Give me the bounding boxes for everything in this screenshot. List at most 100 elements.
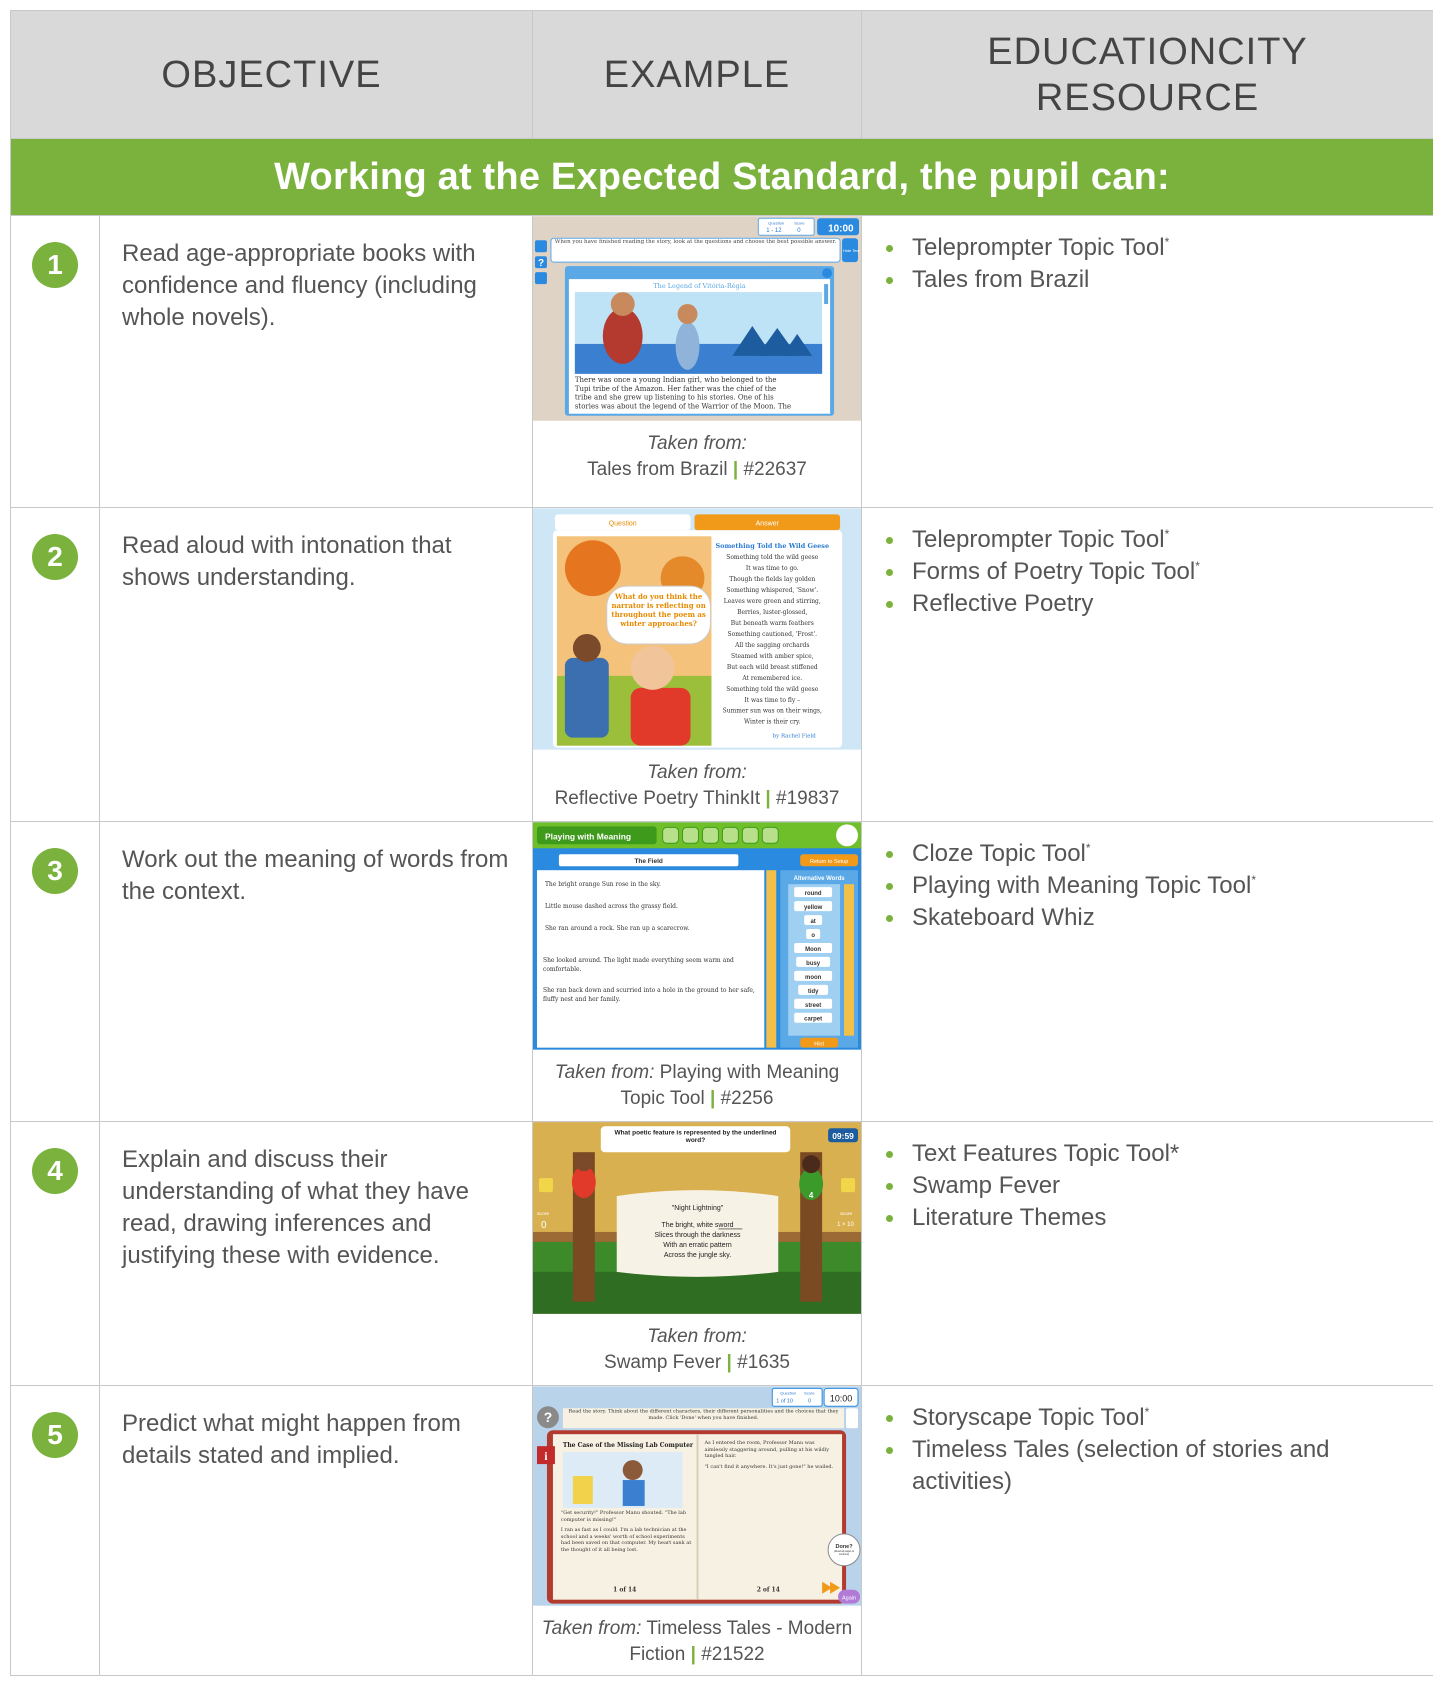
timer[interactable]: 10:00 bbox=[828, 223, 854, 234]
cloze-sentence: She ran around a rock. She ran up a scar… bbox=[545, 925, 690, 932]
resource-list: Teleprompter Topic Tool* Tales from Braz… bbox=[882, 232, 1423, 296]
taken-from-label: Taken from: bbox=[554, 1062, 655, 1083]
avatar bbox=[836, 824, 859, 847]
taken-from-label: Taken from: bbox=[647, 1326, 747, 1347]
toolbar-button-icon[interactable] bbox=[701, 826, 719, 844]
right-score-label: score bbox=[840, 1211, 852, 1217]
example-caption: Taken from: Reflective Poetry ThinkIt | #… bbox=[554, 762, 840, 809]
header-resource-line1: EDUCATIONCITY bbox=[987, 30, 1308, 73]
game-poem-line: The bright, white sword bbox=[661, 1222, 733, 1229]
word-tile[interactable]: street bbox=[805, 1003, 821, 1009]
word-tile[interactable]: moon bbox=[805, 975, 822, 981]
question-value: 1 of 10 bbox=[776, 1398, 793, 1404]
resource-cell: Teleprompter Topic Tool* Tales from Braz… bbox=[861, 215, 1433, 508]
right-score: 1 × 10 bbox=[837, 1222, 854, 1228]
example-cell: Question 1 of 10 Score 0 10:00 ? Read th… bbox=[532, 1385, 862, 1676]
example-screenshot: Question 1 - 12 Score 0 10:00 ? When you… bbox=[533, 216, 861, 421]
caption-id: #19837 bbox=[776, 788, 840, 809]
cloze-sentence: She ran back down and scurried into a ho… bbox=[542, 986, 755, 1003]
score-value: 0 bbox=[808, 1398, 811, 1404]
header-example: EXAMPLE bbox=[532, 10, 862, 139]
question-label: Question bbox=[780, 1390, 796, 1395]
game-poem-line: Across the jungle sky. bbox=[664, 1252, 731, 1259]
word-tile[interactable]: tidy bbox=[808, 989, 819, 995]
table-row: 4 Explain and discuss their understandin… bbox=[10, 1121, 1433, 1386]
header-resource: EDUCATIONCITY RESOURCE bbox=[861, 10, 1433, 139]
resource-item: Swamp Fever bbox=[882, 1170, 1423, 1202]
hide-text-button[interactable] bbox=[846, 1408, 859, 1429]
row-number-badge: 4 bbox=[32, 1148, 78, 1194]
header-objective: OBJECTIVE bbox=[10, 10, 533, 139]
resource-item: Teleprompter Topic Tool* bbox=[882, 232, 1423, 264]
word-tile[interactable]: Moon bbox=[805, 947, 821, 953]
toolbar-button-icon[interactable] bbox=[682, 826, 699, 844]
audio-icon[interactable] bbox=[534, 240, 547, 253]
standards-table: OBJECTIVE EXAMPLE EDUCATIONCITY RESOURCE … bbox=[10, 10, 1433, 1676]
tab-answer[interactable]: Answer bbox=[756, 520, 780, 527]
resource-item: Literature Themes bbox=[882, 1202, 1423, 1234]
word-tile[interactable]: carpet bbox=[804, 1017, 822, 1023]
poem-line: Something cautioned, 'Frost'. bbox=[728, 631, 818, 638]
objective-text: Work out the meaning of words from the c… bbox=[99, 821, 533, 1122]
poem-line: Something whispered, 'Snow'. bbox=[726, 587, 818, 594]
resource-item: Timeless Tales (selection of stories and… bbox=[882, 1434, 1423, 1498]
resource-item: Teleprompter Topic Tool* bbox=[882, 524, 1423, 556]
example-screenshot: Playing with Meaning The Field Return to… bbox=[533, 822, 861, 1050]
cloze-sentence: Little mouse dashed across the grassy fi… bbox=[545, 903, 678, 910]
instruction-text: Read the story. Think about the differen… bbox=[568, 1408, 839, 1421]
toolbar-button-icon[interactable] bbox=[761, 826, 779, 844]
table-row: 5 Predict what might happen from details… bbox=[10, 1385, 1433, 1676]
toolbar-button-icon[interactable] bbox=[741, 826, 759, 844]
word-tile[interactable]: o bbox=[811, 933, 815, 939]
poem-line: Leaves were green and stirring, bbox=[724, 598, 821, 605]
story-line: stories was about the legend of the Warr… bbox=[575, 403, 791, 411]
taken-from-label: Taken from: bbox=[541, 1618, 642, 1639]
resource-cell: Cloze Topic Tool* Playing with Meaning T… bbox=[861, 821, 1433, 1122]
objective-text: Explain and discuss their understanding … bbox=[99, 1121, 533, 1386]
caption-id: #2256 bbox=[720, 1088, 774, 1109]
poem-line: Summer sun was on their wings, bbox=[723, 708, 822, 715]
hint-label: Hint bbox=[814, 1042, 824, 1048]
resource-cell: Storyscape Topic Tool* Timeless Tales (s… bbox=[861, 1385, 1433, 1676]
resource-item: Playing with Meaning Topic Tool* bbox=[882, 870, 1423, 902]
header-resource-line2: RESOURCE bbox=[1035, 76, 1260, 119]
row-number-badge: 5 bbox=[32, 1412, 78, 1458]
toolbar-button-icon[interactable] bbox=[662, 826, 680, 844]
word-tile[interactable]: round bbox=[805, 891, 822, 897]
row-number-badge: 2 bbox=[32, 534, 78, 580]
timer: 09:59 bbox=[832, 1131, 854, 1141]
example-cell: Question Answer What do you think the na… bbox=[532, 507, 862, 822]
word-tile[interactable]: busy bbox=[806, 961, 821, 967]
word-tile[interactable]: yellow bbox=[804, 905, 823, 911]
book-paragraph: As I entered the room, Professor Manu wa… bbox=[704, 1440, 830, 1460]
asterisk: * bbox=[1164, 235, 1170, 249]
toolbar-button-icon[interactable] bbox=[721, 826, 739, 844]
return-to-setup-label: Return to Setup bbox=[810, 859, 848, 865]
app-title: Playing with Meaning bbox=[545, 831, 631, 841]
cloze-sentence: She looked around. The light made everyt… bbox=[542, 956, 734, 973]
taken-from-label: Taken from: bbox=[647, 762, 747, 783]
poem-line: Something told the wild geese bbox=[726, 554, 818, 561]
resource-cell: Teleprompter Topic Tool* Forms of Poetry… bbox=[861, 507, 1433, 822]
example-cell: Playing with Meaning The Field Return to… bbox=[532, 821, 862, 1122]
standard-band: Working at the Expected Standard, the pu… bbox=[10, 138, 1433, 216]
objective-text: Read aloud with intonation that shows un… bbox=[99, 507, 533, 822]
svg-text:?: ? bbox=[538, 258, 544, 269]
close-icon[interactable] bbox=[822, 268, 833, 279]
question-label: Question bbox=[768, 220, 784, 225]
objective-text: Read age-appropriate books with confiden… bbox=[99, 215, 533, 508]
poem-line: All the sagging orchards bbox=[734, 642, 809, 649]
caption-id: #22637 bbox=[743, 459, 807, 480]
row-number-badge: 3 bbox=[32, 848, 78, 894]
tab-question[interactable]: Question bbox=[609, 520, 637, 527]
word-tile[interactable]: at bbox=[810, 919, 815, 925]
resource-list: Teleprompter Topic Tool* Forms of Poetry… bbox=[882, 524, 1423, 620]
alt-words-title: Alternative Words bbox=[794, 876, 846, 882]
example-caption: Taken from: Timeless Tales - Modern Fict… bbox=[541, 1618, 853, 1665]
game-poem-title: "Night Lightning" bbox=[672, 1205, 724, 1212]
page: OBJECTIVE EXAMPLE EDUCATIONCITY RESOURCE … bbox=[0, 0, 1433, 1708]
book-icon[interactable] bbox=[534, 272, 547, 285]
example-caption: Taken from: Playing with Meaning Topic T… bbox=[554, 1062, 840, 1109]
caption-title: Swamp Fever bbox=[604, 1352, 722, 1373]
table-row: 1 Read age-appropriate books with confid… bbox=[10, 215, 1433, 508]
